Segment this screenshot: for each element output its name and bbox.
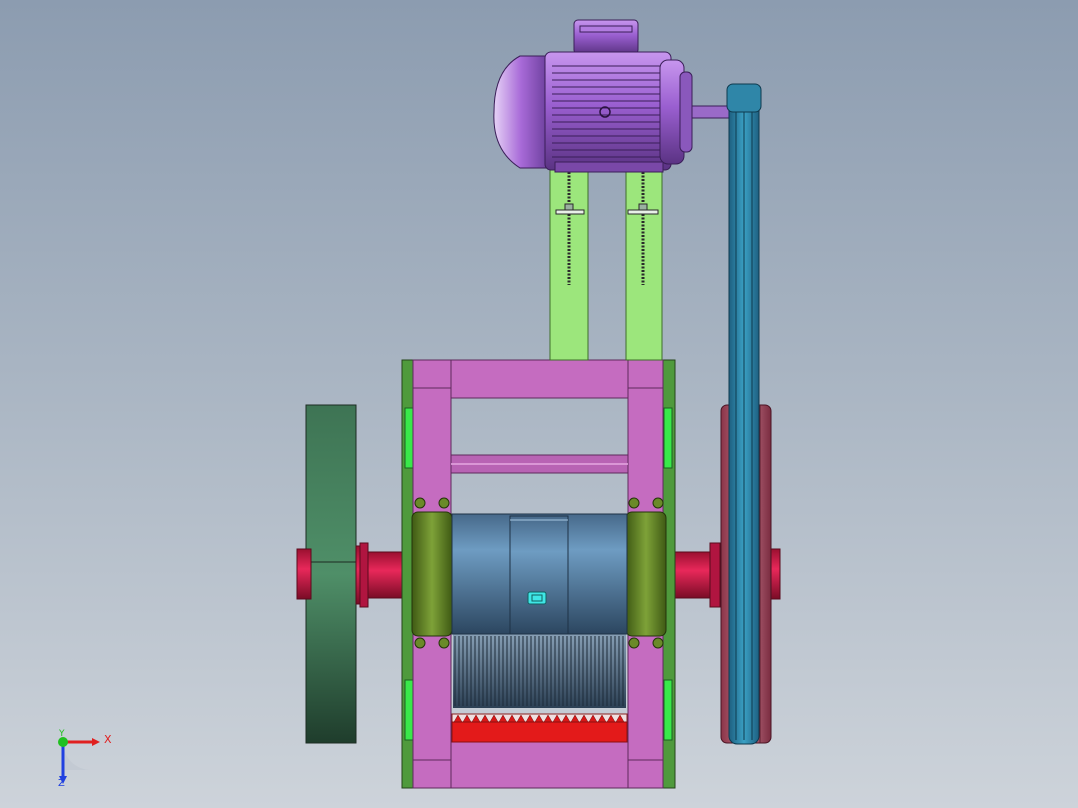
z-axis-label: Z bbox=[58, 778, 65, 789]
v-belts[interactable] bbox=[726, 83, 762, 745]
frame-window bbox=[404, 679, 414, 741]
left-bearing[interactable] bbox=[411, 497, 453, 649]
coordinate-triad bbox=[58, 737, 100, 784]
x-axis-label: X bbox=[104, 733, 112, 746]
frame-window bbox=[404, 407, 414, 469]
crusher-assembly-model[interactable] bbox=[0, 0, 1078, 808]
teeth-strip bbox=[451, 721, 628, 743]
flywheel[interactable] bbox=[305, 404, 357, 744]
rotor-key bbox=[527, 591, 547, 605]
crusher-teeth[interactable] bbox=[451, 632, 628, 743]
motor-supports[interactable] bbox=[549, 169, 663, 361]
frame-window bbox=[663, 407, 673, 469]
drive-sheave[interactable] bbox=[726, 83, 762, 113]
rotor-drum[interactable] bbox=[451, 513, 628, 635]
frame-window bbox=[663, 679, 673, 741]
y-axis-label: Y bbox=[59, 729, 65, 739]
cad-viewport[interactable]: X Y Z bbox=[0, 0, 1078, 808]
electric-motor[interactable] bbox=[493, 19, 731, 173]
right-bearing[interactable] bbox=[625, 497, 667, 649]
